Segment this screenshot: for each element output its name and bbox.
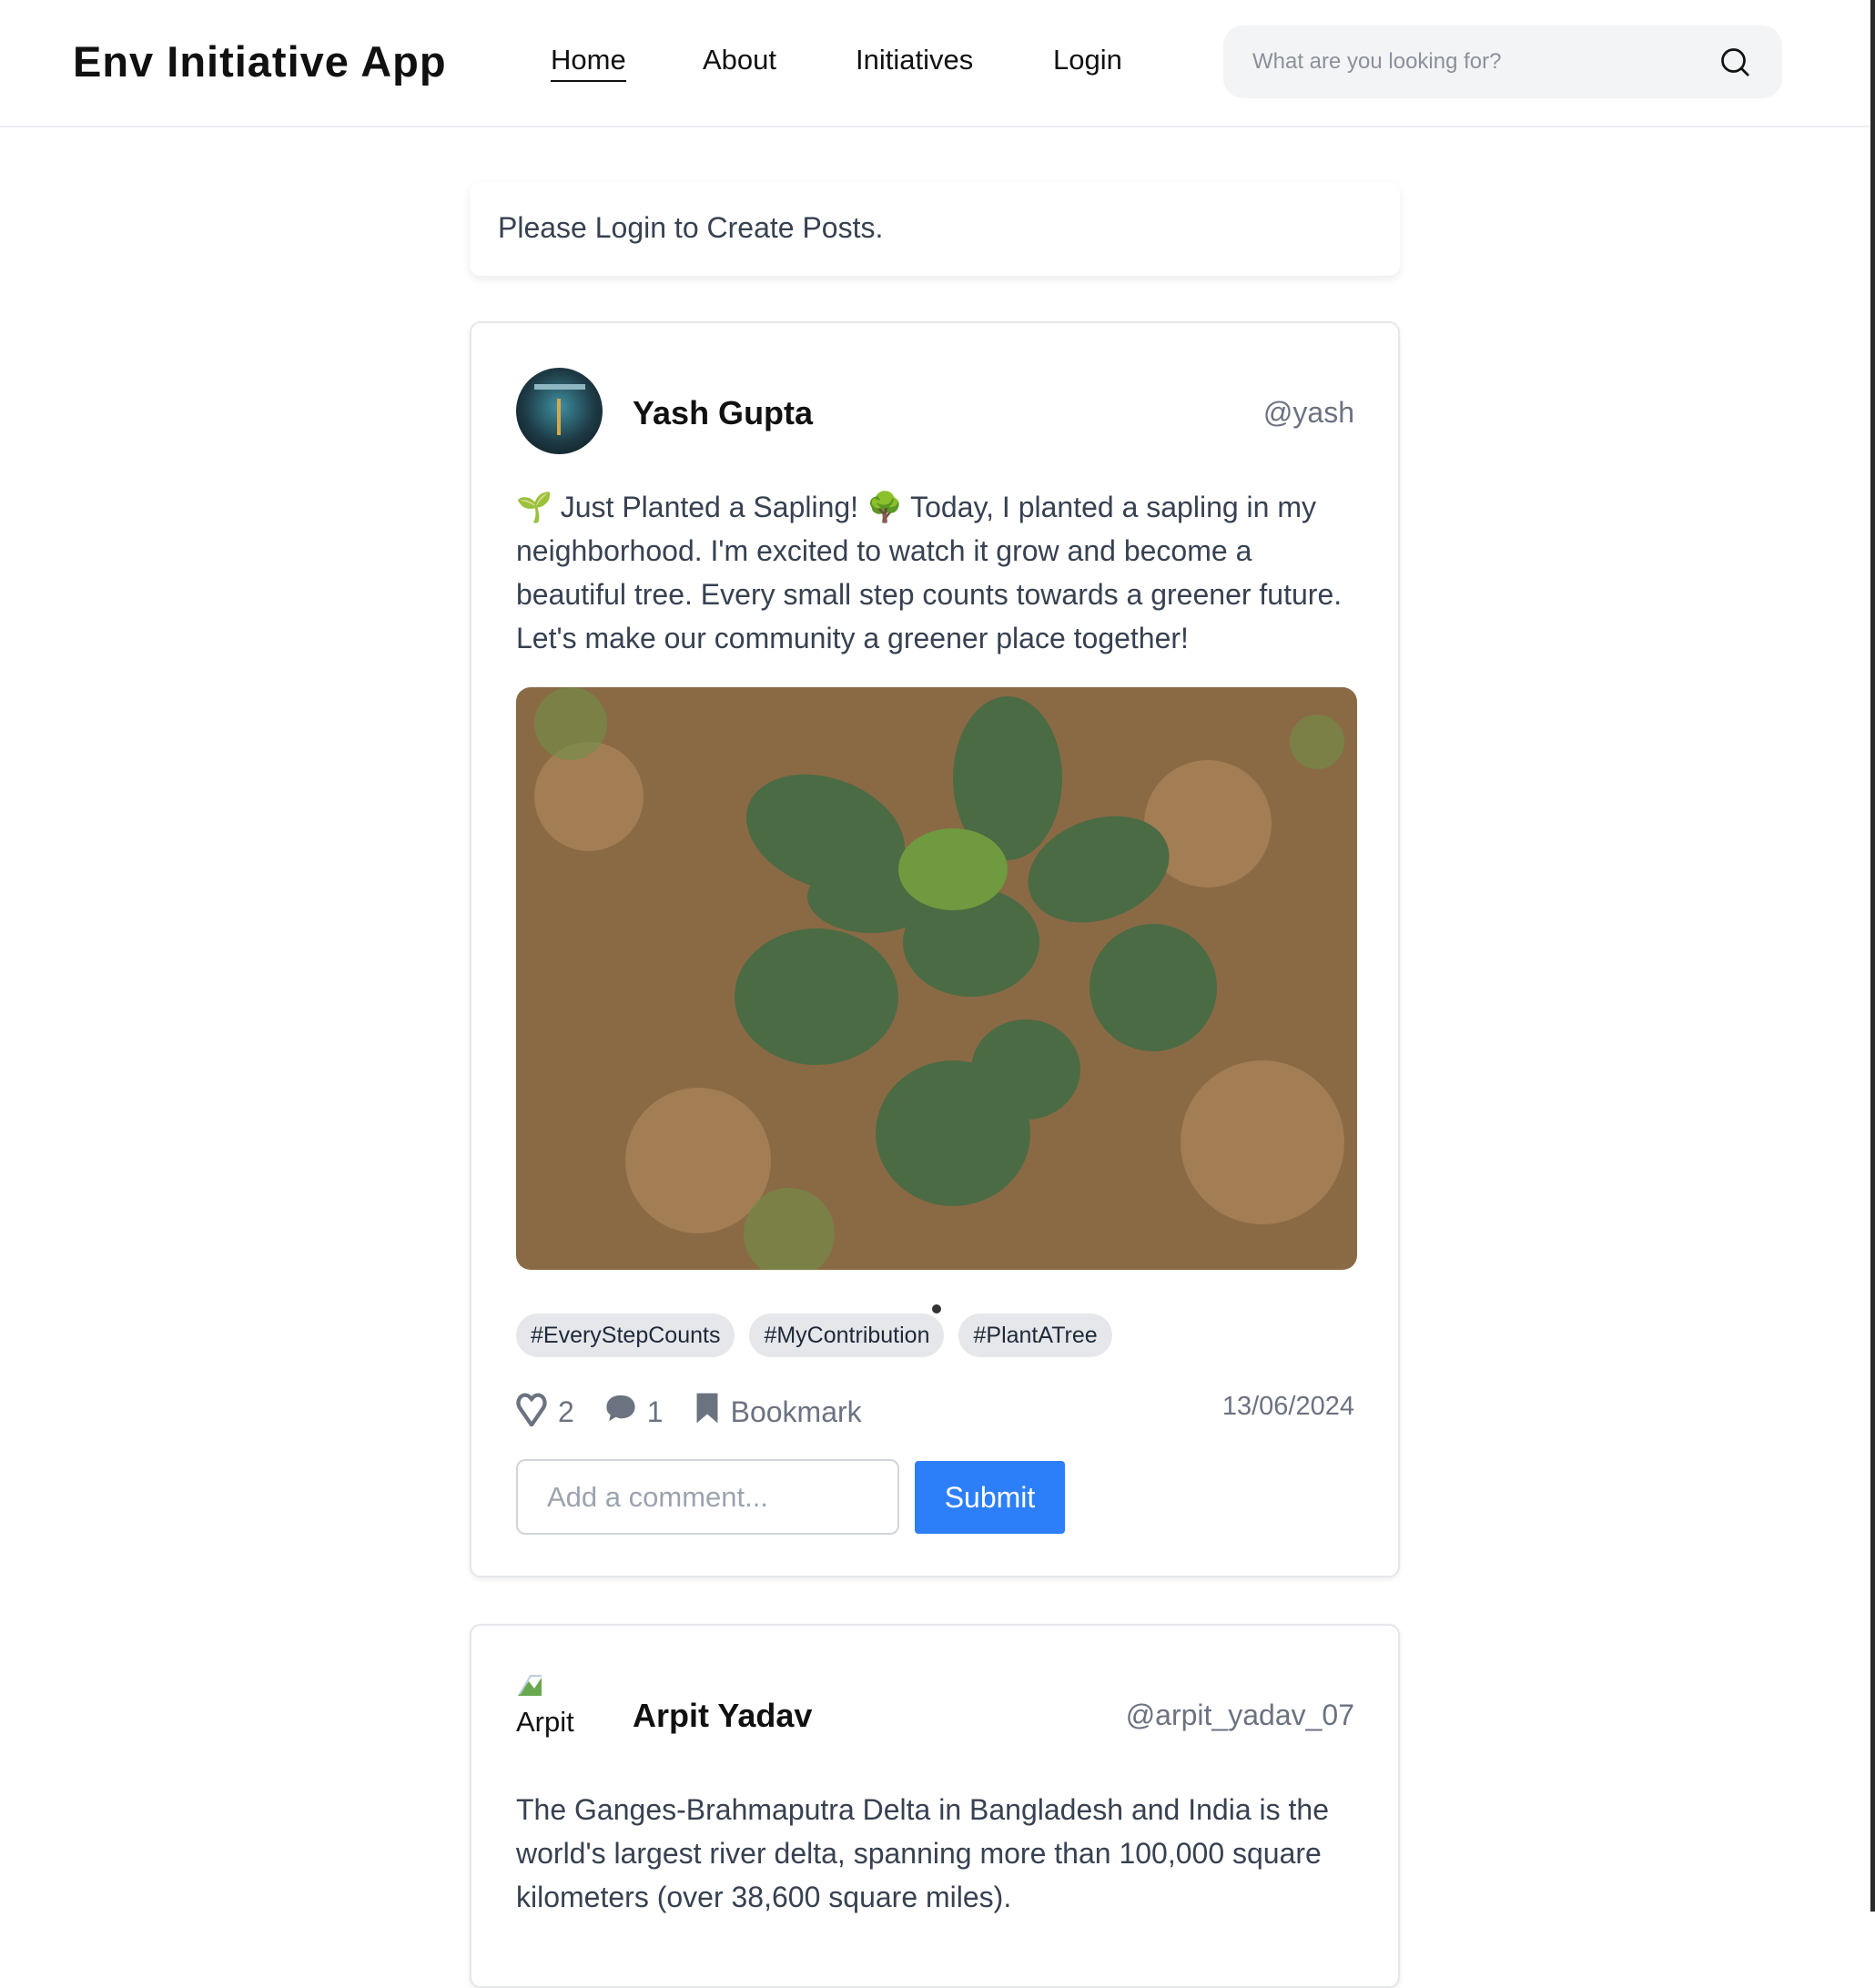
post-body: The Ganges-Brahmaputra Delta in Banglade… [516,1788,1381,1919]
post-body: 🌱 Just Planted a Sapling! 🌳 Today, I pla… [516,485,1363,660]
nav-about[interactable]: About [703,44,776,76]
avatar-broken-image[interactable]: Arpit [516,1672,603,1759]
like-count: 2 [558,1395,574,1429]
bookmark-button[interactable]: Bookmark [694,1392,862,1432]
login-notice-card: Please Login to Create Posts. [470,182,1400,276]
post-card: Yash Gupta @yash 🌱 Just Planted a Saplin… [470,321,1400,1577]
post-actions: 2 1 Bookmark [516,1390,893,1434]
avatar[interactable] [516,368,603,454]
login-notice: Please Login to Create Posts. [498,211,883,245]
post-date: 13/06/2024 [1222,1392,1354,1422]
search-bar [1223,25,1782,98]
search-icon[interactable] [1718,46,1751,83]
author-handle: @arpit_yadav_07 [1126,1699,1354,1732]
avatar-alt-text: Arpit [516,1706,603,1739]
comment-icon [605,1394,636,1430]
search-input[interactable] [1252,25,1708,98]
app-brand[interactable]: Env Initiative App [73,36,447,86]
tag[interactable]: #EveryStepCounts [516,1314,735,1357]
carousel-dot[interactable] [932,1304,941,1314]
post-image-sapling [516,687,1357,1270]
like-button[interactable]: 2 [516,1390,574,1434]
author-handle: @yash [1263,396,1354,430]
submit-comment-button[interactable]: Submit [915,1461,1065,1534]
nav-initiatives[interactable]: Initiatives [856,44,973,76]
author-name[interactable]: Arpit Yadav [633,1697,812,1735]
author-name[interactable]: Yash Gupta [633,394,813,432]
post-card: Arpit Arpit Yadav @arpit_yadav_07 The Ga… [470,1624,1400,1988]
bookmark-label: Bookmark [731,1395,862,1429]
broken-image-icon [516,1672,543,1698]
window-edge [1870,0,1875,1912]
comment-count: 1 [647,1395,664,1429]
tag[interactable]: #PlantATree [958,1314,1111,1357]
bookmark-icon [694,1392,720,1432]
top-navbar: Env Initiative App Home About Initiative… [0,0,1870,127]
nav-login[interactable]: Login [1053,44,1122,76]
tag[interactable]: #MyContribution [749,1314,944,1357]
nav-home[interactable]: Home [551,44,626,82]
heart-icon [516,1390,547,1434]
tag-list: #EveryStepCounts #MyContribution #PlantA… [516,1314,1112,1357]
comment-count-button[interactable]: 1 [605,1394,664,1430]
comment-input[interactable] [516,1459,899,1535]
